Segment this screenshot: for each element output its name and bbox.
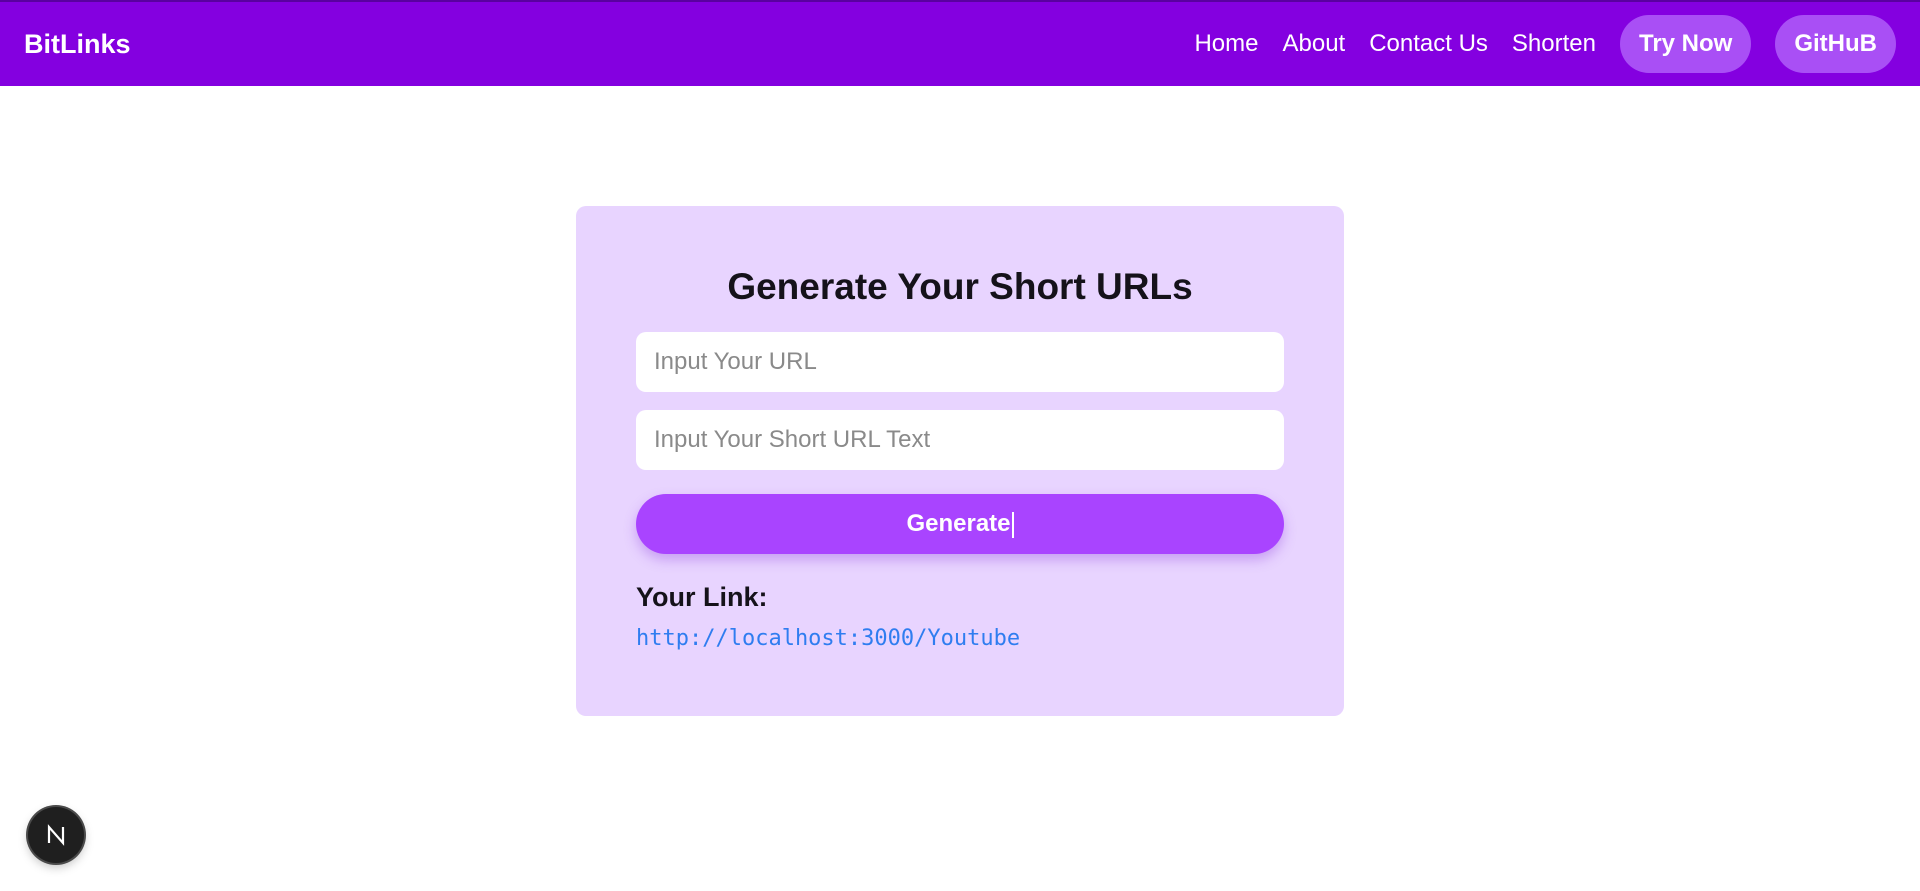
top-navbar: BitLinks Home About Contact Us Shorten T…	[0, 0, 1920, 86]
nextjs-dev-badge[interactable]	[28, 807, 84, 863]
generate-button-label: Generate	[906, 510, 1011, 537]
generate-button[interactable]: Generate	[636, 494, 1284, 554]
nav-link-about[interactable]: About	[1282, 30, 1345, 58]
short-link[interactable]: http://localhost:3000/Youtube	[636, 626, 1020, 651]
nav-link-shorten[interactable]: Shorten	[1512, 30, 1596, 58]
github-button[interactable]: GitHuB	[1775, 15, 1896, 73]
url-input[interactable]	[636, 332, 1284, 392]
nextjs-n-icon	[47, 824, 65, 846]
card-title: Generate Your Short URLs	[727, 266, 1193, 307]
brand-logo[interactable]: BitLinks	[24, 2, 131, 86]
short-url-text-input[interactable]	[636, 410, 1284, 470]
nav-link-home[interactable]: Home	[1194, 30, 1258, 58]
shortener-card: Generate Your Short URLs Generate Your L…	[576, 206, 1344, 716]
try-now-button[interactable]: Try Now	[1619, 15, 1752, 73]
nav-menu: Home About Contact Us Shorten Try Now Gi…	[1194, 2, 1920, 86]
nav-link-contact[interactable]: Contact Us	[1369, 30, 1488, 58]
text-cursor	[1011, 511, 1014, 538]
your-link-label: Your Link:	[636, 582, 768, 612]
